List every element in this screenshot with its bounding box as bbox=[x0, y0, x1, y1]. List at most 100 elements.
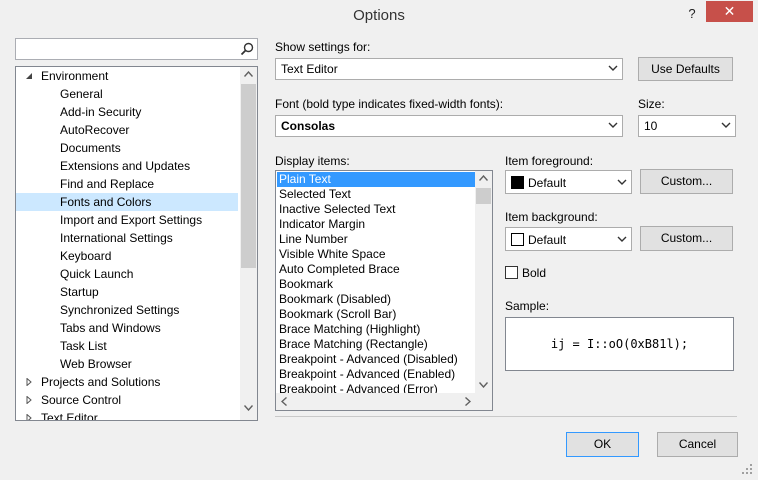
tree-item-label: Keyboard bbox=[60, 249, 112, 263]
display-list-item[interactable]: Visible White Space bbox=[277, 247, 475, 262]
size-label: Size: bbox=[638, 97, 665, 111]
size-select[interactable]: 10 bbox=[638, 115, 736, 137]
scroll-up-arrow-icon[interactable] bbox=[244, 71, 253, 77]
resize-grip-icon[interactable] bbox=[741, 463, 753, 475]
sample-text: ij = I::oO(0xB81l); bbox=[550, 337, 689, 351]
tree-item-label: Source Control bbox=[41, 393, 122, 407]
chevron-down-icon bbox=[617, 236, 627, 242]
tree-item[interactable]: Extensions and Updates bbox=[16, 157, 238, 175]
search-icon[interactable] bbox=[240, 42, 254, 56]
close-button[interactable]: ✕ bbox=[706, 1, 753, 22]
expanded-arrow-icon[interactable] bbox=[25, 72, 33, 80]
display-list-item[interactable]: Breakpoint - Advanced (Disabled) bbox=[277, 352, 475, 367]
display-list-item[interactable]: Auto Completed Brace bbox=[277, 262, 475, 277]
display-list-item[interactable]: Line Number bbox=[277, 232, 475, 247]
display-items-vscroll-thumb[interactable] bbox=[476, 188, 491, 204]
display-list-item[interactable]: Breakpoint - Advanced (Error) bbox=[277, 382, 475, 393]
tree-item-label: Documents bbox=[60, 141, 121, 155]
tree-item[interactable]: Startup bbox=[16, 283, 238, 301]
tree-scroll-thumb[interactable] bbox=[241, 84, 256, 268]
display-list-item[interactable]: Brace Matching (Rectangle) bbox=[277, 337, 475, 352]
font-select[interactable]: Consolas bbox=[275, 115, 623, 137]
scroll-left-arrow-icon[interactable] bbox=[281, 397, 287, 406]
chevron-down-icon bbox=[608, 122, 618, 128]
tree-item-label: Find and Replace bbox=[60, 177, 155, 191]
display-list-item[interactable]: Bookmark bbox=[277, 277, 475, 292]
tree-item-label: Web Browser bbox=[60, 357, 132, 371]
bold-checkbox[interactable] bbox=[505, 266, 518, 279]
display-items-vscrollbar[interactable] bbox=[475, 171, 492, 393]
search-box bbox=[15, 38, 258, 60]
scroll-right-arrow-icon[interactable] bbox=[465, 397, 471, 406]
tree-item-label: Import and Export Settings bbox=[60, 213, 203, 227]
background-color-swatch bbox=[511, 233, 524, 246]
item-foreground-select[interactable]: Default bbox=[505, 170, 632, 194]
tree-item[interactable]: Quick Launch bbox=[16, 265, 238, 283]
scroll-up-arrow-icon[interactable] bbox=[479, 175, 488, 181]
sample-label: Sample: bbox=[505, 299, 550, 313]
tree-item-label: Add-in Security bbox=[60, 105, 142, 119]
display-items-list[interactable]: Plain Text Selected Text Inactive Selected… bbox=[275, 170, 493, 411]
tree-items: Environment General Add-in Security AutoRec… bbox=[16, 67, 240, 420]
chevron-down-icon bbox=[617, 179, 627, 185]
tree-item-label: International Settings bbox=[60, 231, 173, 245]
tree-item[interactable]: Tabs and Windows bbox=[16, 319, 238, 337]
tree-item[interactable]: Find and Replace bbox=[16, 175, 238, 193]
display-list-item[interactable]: Bookmark (Scroll Bar) bbox=[277, 307, 475, 322]
title-bar: Options ? ✕ bbox=[0, 0, 758, 30]
tree-item[interactable]: AutoRecover bbox=[16, 121, 238, 139]
tree-item[interactable]: Task List bbox=[16, 337, 238, 355]
background-custom-button[interactable]: Custom... bbox=[640, 226, 733, 251]
collapsed-arrow-icon[interactable] bbox=[25, 414, 33, 420]
scroll-down-arrow-icon[interactable] bbox=[479, 382, 488, 388]
display-list-item[interactable]: Selected Text bbox=[277, 187, 475, 202]
item-background-value: Default bbox=[528, 233, 567, 247]
cancel-button[interactable]: Cancel bbox=[657, 432, 738, 457]
search-input[interactable] bbox=[18, 40, 232, 58]
collapsed-arrow-icon[interactable] bbox=[25, 396, 33, 404]
tree-item-label: Startup bbox=[60, 285, 99, 299]
font-value: Consolas bbox=[281, 119, 336, 133]
use-defaults-button[interactable]: Use Defaults bbox=[638, 57, 733, 81]
collapsed-arrow-icon[interactable] bbox=[25, 378, 33, 386]
tree-item[interactable]: Source Control bbox=[16, 391, 238, 409]
show-settings-label: Show settings for: bbox=[275, 40, 371, 54]
tree-item[interactable]: Environment bbox=[16, 67, 238, 85]
options-tree[interactable]: Environment General Add-in Security AutoRec… bbox=[15, 66, 258, 421]
tree-item[interactable]: International Settings bbox=[16, 229, 238, 247]
tree-item[interactable]: Text Editor bbox=[16, 409, 238, 420]
foreground-custom-button[interactable]: Custom... bbox=[640, 169, 733, 194]
display-list-item[interactable]: Bookmark (Disabled) bbox=[277, 292, 475, 307]
display-items-hscrollbar[interactable] bbox=[276, 393, 492, 410]
footer-divider bbox=[275, 416, 737, 417]
tree-scrollbar[interactable] bbox=[240, 67, 257, 420]
display-list-item[interactable]: Breakpoint - Advanced (Enabled) bbox=[277, 367, 475, 382]
display-list-item[interactable]: Inactive Selected Text bbox=[277, 202, 475, 217]
display-list-item[interactable]: Plain Text bbox=[277, 172, 475, 187]
help-button[interactable]: ? bbox=[680, 2, 704, 26]
tree-item[interactable]: General bbox=[16, 85, 238, 103]
display-items-container: Plain Text Selected Text Inactive Selected… bbox=[276, 171, 475, 393]
size-value: 10 bbox=[644, 119, 658, 133]
tree-item[interactable]: Import and Export Settings bbox=[16, 211, 238, 229]
tree-item[interactable]: Documents bbox=[16, 139, 238, 157]
tree-item[interactable]: Synchronized Settings bbox=[16, 301, 238, 319]
tree-item[interactable]: Projects and Solutions bbox=[16, 373, 238, 391]
tree-item[interactable]: Fonts and Colors bbox=[16, 193, 238, 211]
display-list-item[interactable]: Brace Matching (Highlight) bbox=[277, 322, 475, 337]
item-background-select[interactable]: Default bbox=[505, 227, 632, 251]
tree-item[interactable]: Web Browser bbox=[16, 355, 238, 373]
foreground-color-swatch bbox=[511, 176, 524, 189]
item-foreground-value: Default bbox=[528, 176, 567, 190]
scroll-down-arrow-icon[interactable] bbox=[244, 405, 253, 411]
tree-item[interactable]: Keyboard bbox=[16, 247, 238, 265]
display-list-item[interactable]: Indicator Margin bbox=[277, 217, 475, 232]
tree-item-label: Fonts and Colors bbox=[60, 195, 152, 209]
show-settings-select[interactable]: Text Editor bbox=[275, 58, 623, 80]
sample-preview: ij = I::oO(0xB81l); bbox=[505, 317, 734, 371]
item-background-label: Item background: bbox=[505, 210, 598, 224]
tree-item[interactable]: Add-in Security bbox=[16, 103, 238, 121]
tree-item-label: General bbox=[60, 87, 103, 101]
item-foreground-label: Item foreground: bbox=[505, 154, 594, 168]
ok-button[interactable]: OK bbox=[566, 432, 639, 457]
